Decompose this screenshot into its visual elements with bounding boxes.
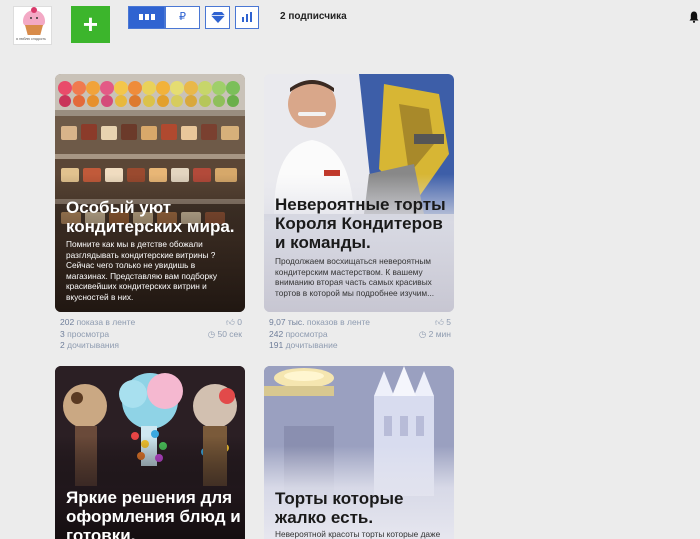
card-title[interactable]: Невероятные торты Короля Кондитеров и ко… (275, 195, 454, 252)
clock-icon: ◷ (207, 328, 216, 339)
subscribers-count[interactable]: 2 подписчика (280, 11, 347, 22)
bell-icon[interactable] (689, 11, 699, 23)
reads-label: дочитывание (285, 340, 338, 350)
article-card[interactable]: Особый уют кондитерских мира. Помните ка… (55, 74, 245, 312)
bar-chart-icon (241, 12, 253, 23)
impressions-value: 202 (60, 317, 75, 327)
reads-label: дочитывания (67, 340, 119, 350)
publications-view-button[interactable] (128, 6, 165, 29)
like-icon: 👍︎ (435, 317, 444, 327)
impressions-label: показа в ленте (76, 317, 136, 327)
card-title[interactable]: Торты которые жалко есть. (275, 489, 454, 527)
article-card[interactable]: Яркие решения для оформления блюд и гото… (55, 366, 245, 539)
like-icon: 👍︎ (226, 317, 235, 327)
grid-icon (138, 7, 156, 28)
card-title[interactable]: Особый уют кондитерских мира. (66, 198, 245, 236)
article-card[interactable]: Невероятные торты Короля Кондитеров и ко… (264, 74, 454, 312)
header: я люблю сладость + ₽ 2 подписчика (0, 0, 700, 50)
card-stats: 202 показа в ленте 👍︎ 0 3 просмотра ◷ 50… (60, 317, 250, 352)
diamond-icon (210, 11, 225, 23)
views-label: просмотра (67, 328, 110, 339)
card-title[interactable]: Яркие решения для оформления блюд и гото… (66, 488, 245, 539)
cupcake-cup (25, 25, 43, 35)
add-publication-button[interactable]: + (71, 6, 110, 43)
likes-count: 0 (237, 317, 242, 327)
card-description: Продолжаем восхищаться невероятным конди… (275, 256, 435, 298)
views-value: 242 (269, 328, 284, 339)
impressions-label: показов в ленте (306, 317, 370, 327)
likes-count: 5 (446, 317, 451, 327)
read-time: 2 мин (428, 328, 451, 339)
statistics-button[interactable] (235, 6, 259, 29)
reads-value: 191 (269, 340, 284, 350)
card-stats: 9,07 тыс. показов в ленте 👍︎ 5 242 просм… (269, 317, 459, 352)
clock-icon: ◷ (418, 328, 427, 339)
monetization-button[interactable]: ₽ (165, 6, 200, 29)
diamond-button[interactable] (205, 6, 230, 29)
impressions-value: 9,07 тыс. (269, 317, 305, 327)
article-card[interactable]: Торты которые жалко есть. Невероятной кр… (264, 366, 454, 539)
channel-avatar[interactable]: я люблю сладость (13, 6, 52, 45)
reads-value: 2 (60, 340, 65, 350)
cupcake-face (28, 17, 40, 21)
card-description: Помните как мы в детстве обожали разгляд… (66, 239, 218, 302)
card-description: Невероятной красоты торты которые даже (275, 529, 441, 539)
read-time: 50 сек (217, 328, 242, 339)
views-value: 3 (60, 328, 65, 339)
avatar-caption: я люблю сладость (16, 37, 46, 41)
views-label: просмотра (285, 328, 328, 339)
